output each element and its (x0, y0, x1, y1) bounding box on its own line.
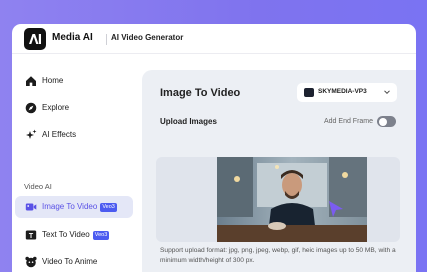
sidebar-item-home[interactable]: Home (15, 70, 133, 92)
sidebar-item-label: AI Effects (42, 130, 77, 139)
chevron-down-icon (384, 90, 390, 95)
sidebar-item-image-to-video[interactable]: Image To Video Veo3 (15, 196, 133, 218)
main-panel: Image To Video SKYMEDIA-VP3 Upload Image… (142, 70, 416, 272)
sidebar-item-ai-effects[interactable]: AI Effects (15, 124, 133, 146)
media-ai-logo[interactable] (24, 28, 46, 50)
app-window: Media AI AI Video Generator Home Explore… (12, 24, 416, 272)
anime-icon (25, 256, 37, 268)
page-title: Image To Video (160, 87, 241, 99)
app-title: AI Video Generator (111, 33, 184, 42)
model-logo-icon (304, 88, 314, 97)
model-select-value: SKYMEDIA-VP3 (318, 88, 367, 95)
veo3-badge: Veo3 (92, 231, 110, 240)
upload-support-text: Support upload format: jpg, png, jpeg, w… (160, 247, 396, 264)
svg-text:T: T (29, 233, 34, 240)
text-video-icon: T (25, 230, 37, 240)
sidebar-item-explore[interactable]: Explore (15, 97, 133, 119)
image-upload-area[interactable] (156, 157, 400, 242)
model-select[interactable]: SKYMEDIA-VP3 (297, 83, 397, 102)
compass-icon (25, 102, 37, 114)
home-icon (26, 76, 36, 86)
header-divider (106, 34, 107, 45)
end-frame-label: Add End Frame (324, 118, 374, 125)
end-frame-toggle[interactable] (377, 116, 396, 127)
brand-name[interactable]: Media AI (52, 32, 93, 43)
sidebar-item-video-to-anime[interactable]: Video To Anime (15, 251, 133, 272)
logo-mark-icon (29, 34, 41, 44)
section-label-video-ai: Video AI (24, 182, 52, 191)
item-text: Image To Video (42, 202, 98, 211)
item-text: Text To Video (42, 230, 90, 239)
sidebar-item-label: Explore (42, 103, 70, 112)
image-video-icon (25, 203, 37, 211)
sidebar-item-text-to-video[interactable]: T Text To Video Veo3 (15, 224, 133, 246)
veo3-badge: Veo3 (100, 203, 117, 212)
top-bar: Media AI AI Video Generator (12, 24, 416, 54)
sparkle-icon (26, 129, 37, 139)
sidebar-item-label: Image To Video Veo3 (42, 202, 117, 212)
sidebar-item-label: Video To Anime (42, 257, 98, 266)
sidebar-item-label: Text To Video Veo3 (42, 230, 110, 240)
toggle-knob (378, 117, 387, 126)
uploaded-image-preview (217, 157, 367, 242)
sidebar: Home Explore AI Effects Video AI Image T… (12, 54, 142, 272)
upload-images-label: Upload Images (160, 117, 217, 126)
sidebar-item-label: Home (42, 76, 64, 85)
